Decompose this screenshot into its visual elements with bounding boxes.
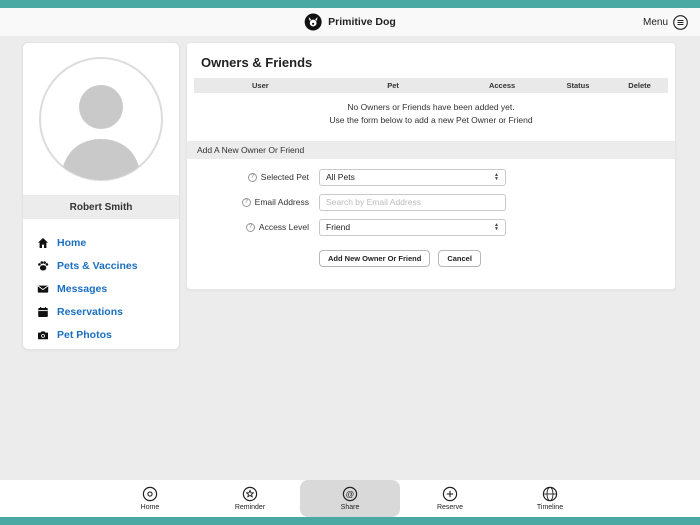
camera-icon — [38, 330, 48, 339]
app-window: Primitive Dog Menu Robert Smith Home Pet… — [0, 0, 700, 525]
col-status: Status — [566, 81, 590, 90]
add-owner-section-title: Add A New Owner Or Friend — [187, 140, 675, 159]
tab-label: Reminder — [234, 504, 266, 511]
tab-label: Share — [340, 504, 360, 511]
email-label: Email Address — [254, 197, 309, 207]
hamburger-icon — [673, 14, 688, 30]
at-icon: @ — [342, 486, 358, 502]
empty-state-line2: Use the form below to add a new Pet Owne… — [329, 114, 533, 125]
tab-label: Timeline — [536, 504, 564, 511]
home-icon — [38, 237, 48, 248]
sidebar-item-label: Pets & Vaccines — [57, 259, 138, 272]
access-level-label: Access Level — [258, 222, 309, 232]
tab-timeline[interactable]: Timeline — [500, 480, 600, 517]
add-owner-form: ? Selected Pet All Pets ▲ ▼ ? Email Addre… — [187, 159, 675, 267]
avatar — [37, 55, 165, 188]
profile-sidebar: Robert Smith Home Pets & Vaccines Messag… — [22, 42, 180, 350]
sidebar-nav: Home Pets & Vaccines Messages Reservatio… — [23, 231, 179, 346]
user-name: Robert Smith — [23, 195, 179, 219]
sidebar-item-pets-vaccines[interactable]: Pets & Vaccines — [23, 254, 179, 277]
email-label-group: ? Email Address — [187, 197, 309, 207]
access-level-value: Friend — [326, 222, 351, 232]
sidebar-item-reservations[interactable]: Reservations — [23, 300, 179, 323]
tab-reserve[interactable]: Reserve — [400, 480, 500, 517]
help-icon[interactable]: ? — [241, 197, 251, 207]
add-owner-button[interactable]: Add New Owner Or Friend — [319, 249, 431, 267]
plus-icon — [442, 486, 458, 502]
page-title: Owners & Friends — [201, 55, 313, 70]
bottom-tab-bar: Home Reminder @ Share Reserve Timeline — [0, 480, 700, 517]
access-level-row: ? Access Level Friend ▲ ▼ — [187, 218, 675, 236]
col-user: User — [252, 81, 269, 90]
sidebar-item-messages[interactable]: Messages — [23, 277, 179, 300]
dog-logo-icon — [304, 13, 322, 31]
owners-friends-panel: Owners & Friends User Pet Access Status … — [186, 42, 676, 290]
chevron-updown-icon: ▲ ▼ — [494, 222, 499, 232]
record-icon — [142, 486, 158, 502]
selected-pet-value: All Pets — [326, 172, 355, 182]
sidebar-item-label: Messages — [57, 282, 108, 295]
sidebar-item-home[interactable]: Home — [23, 231, 179, 254]
envelope-icon — [37, 285, 49, 293]
tab-label: Reserve — [436, 504, 464, 511]
tab-reminder[interactable]: Reminder — [200, 480, 300, 517]
col-pet: Pet — [387, 81, 399, 90]
email-row: ? Email Address — [187, 193, 675, 211]
selected-pet-row: ? Selected Pet All Pets ▲ ▼ — [187, 168, 675, 186]
col-access: Access — [488, 81, 516, 90]
chevron-updown-icon: ▲ ▼ — [494, 172, 499, 182]
tab-home[interactable]: Home — [100, 480, 200, 517]
menu-button[interactable]: Menu — [643, 8, 688, 36]
selected-pet-label-group: ? Selected Pet — [187, 172, 309, 182]
access-level-select[interactable]: Friend ▲ ▼ — [319, 218, 506, 236]
sidebar-item-label: Home — [57, 236, 87, 249]
sidebar-item-label: Reservations — [57, 305, 123, 318]
help-icon[interactable]: ? — [245, 222, 255, 232]
sidebar-item-label: Pet Photos — [57, 328, 112, 341]
star-icon — [242, 486, 258, 502]
tab-share[interactable]: @ Share — [300, 480, 400, 517]
svg-text:@: @ — [346, 489, 355, 499]
selected-pet-label: Selected Pet — [260, 172, 309, 182]
globe-icon — [542, 486, 558, 502]
app-header: Primitive Dog Menu — [0, 8, 700, 36]
selected-pet-select[interactable]: All Pets ▲ ▼ — [319, 168, 506, 186]
empty-state: No Owners or Friends have been added yet… — [194, 93, 668, 137]
access-level-label-group: ? Access Level — [187, 222, 309, 232]
paw-icon — [38, 260, 49, 270]
app-title: Primitive Dog — [328, 16, 396, 28]
sidebar-item-pet-photos[interactable]: Pet Photos — [23, 323, 179, 346]
tab-label: Home — [140, 504, 160, 511]
menu-label: Menu — [642, 16, 668, 28]
top-accent-bar — [0, 0, 700, 8]
cancel-button[interactable]: Cancel — [438, 249, 481, 267]
col-delete: Delete — [628, 81, 651, 90]
help-icon[interactable]: ? — [247, 172, 257, 182]
email-field[interactable] — [319, 193, 506, 211]
brand: Primitive Dog — [304, 8, 396, 36]
calendar-icon — [38, 306, 48, 317]
form-buttons: Add New Owner Or Friend Cancel — [319, 249, 675, 267]
empty-state-line1: No Owners or Friends have been added yet… — [347, 102, 515, 112]
owners-table-header: User Pet Access Status Delete — [194, 78, 668, 93]
bottom-accent-bar — [0, 517, 700, 525]
